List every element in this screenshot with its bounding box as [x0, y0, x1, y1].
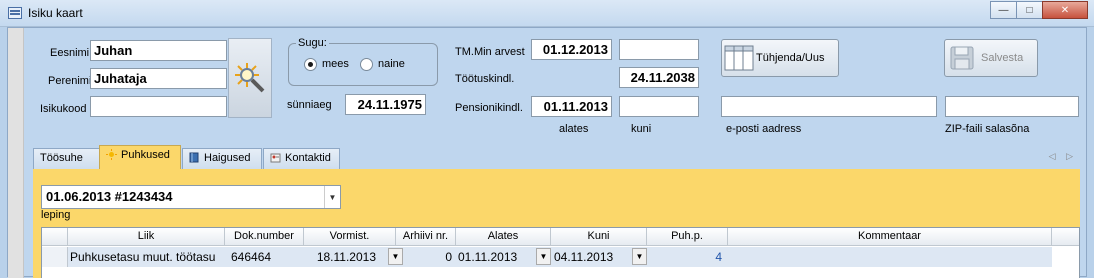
tootuskindl-label: Töötuskindl. [455, 73, 515, 85]
col-kuni[interactable]: Kuni [551, 228, 647, 246]
col-arhiivi-nr[interactable]: Arhiivi nr. [396, 228, 456, 246]
pension-alates-field[interactable]: 01.11.2013 [531, 96, 612, 117]
table-row[interactable]: Puhkusetasu muut. töötasu 646464 18.11.2… [42, 247, 1052, 267]
cell-kommentaar[interactable] [732, 247, 1050, 267]
save-label: Salvesta [981, 52, 1024, 64]
tab-haigused-label: Haigused [204, 152, 251, 164]
cell-puhp[interactable]: 4 [648, 247, 724, 267]
row-selector[interactable] [42, 247, 68, 267]
alates-dropdown-icon[interactable]: ▼ [536, 248, 551, 265]
email-label: e-posti aadress [726, 123, 802, 135]
cell-liik[interactable]: Puhkusetasu muut. töötasu [68, 247, 225, 267]
alates-label: alates [559, 123, 589, 135]
tab-scroll-arrows[interactable]: ◁ ▷ [1049, 151, 1077, 162]
eesnimi-field[interactable]: Juhan [90, 40, 227, 61]
tab-toosuhe[interactable]: Töösuhe [33, 148, 101, 169]
cell-kuni[interactable]: 04.11.2013 [552, 247, 632, 267]
person-search-button[interactable] [228, 38, 272, 118]
floppy-disk-icon [950, 46, 974, 70]
tm-label: TM.Min arvest [455, 46, 525, 58]
contacts-icon [270, 152, 281, 163]
side-strip [8, 28, 24, 278]
pension-label: Pensionikindl. [455, 102, 523, 114]
col-alates[interactable]: Alates [456, 228, 551, 246]
cell-arhiivi-nr[interactable]: 0 [406, 247, 454, 267]
book-icon [189, 152, 200, 163]
cell-alates[interactable]: 01.11.2013 [456, 247, 536, 267]
close-button[interactable]: ✕ [1042, 1, 1088, 19]
puhkused-panel: 01.06.2013 #1243434 ▼ leping Liik Dok.nu… [33, 169, 1080, 278]
save-button[interactable]: Salvesta [944, 39, 1038, 77]
pension-kuni-field[interactable] [619, 96, 699, 117]
radio-naine-label: naine [378, 58, 405, 70]
chevron-down-icon[interactable]: ▼ [324, 186, 340, 208]
tootuskindl-field[interactable]: 24.11.2038 [619, 67, 699, 88]
radio-mees-label: mees [322, 58, 349, 70]
vacation-grid: Liik Dok.number Vormist. Arhiivi nr. Ala… [41, 227, 1080, 278]
col-kommentaar[interactable]: Kommentaar [728, 228, 1052, 246]
tab-toosuhe-label: Töösuhe [40, 152, 83, 164]
eesnimi-label: Eesnimi [50, 47, 90, 59]
app-icon [8, 7, 22, 19]
row-header-corner [42, 228, 68, 246]
zip-password-field[interactable] [945, 96, 1079, 117]
col-vormist[interactable]: Vormist. [304, 228, 396, 246]
tab-puhkused-label: Puhkused [121, 149, 170, 161]
tab-kontaktid-label: Kontaktid [285, 152, 331, 164]
cell-vormist[interactable]: 18.11.2013 [306, 247, 378, 267]
sugu-legend: Sugu: [296, 37, 329, 49]
sunniaeg-label: sünniaeg [287, 99, 332, 111]
window-controls: — □ ✕ [990, 1, 1088, 19]
kuni-dropdown-icon[interactable]: ▼ [632, 248, 647, 265]
table-icon [724, 45, 754, 71]
perenimi-label: Perenimi [48, 75, 92, 87]
clear-new-button[interactable]: Tühjenda/Uus [721, 39, 839, 77]
col-dok-number[interactable]: Dok.number [225, 228, 304, 246]
vormist-dropdown-icon[interactable]: ▼ [388, 248, 403, 265]
sun-icon [106, 149, 117, 160]
tab-puhkused[interactable]: Puhkused [99, 145, 181, 169]
sunniaeg-field[interactable]: 24.11.1975 [345, 94, 426, 115]
perenimi-field[interactable]: Juhataja [90, 68, 227, 89]
email-field[interactable] [721, 96, 937, 117]
minimize-button[interactable]: — [990, 1, 1017, 19]
isikukood-field[interactable] [90, 96, 227, 117]
maximize-button[interactable]: □ [1016, 1, 1043, 19]
tab-haigused[interactable]: Haigused [182, 148, 262, 169]
window-title: Isiku kaart [28, 6, 83, 20]
grid-header: Liik Dok.number Vormist. Arhiivi nr. Ala… [42, 228, 1079, 246]
zip-password-label: ZIP-faili salasõna [945, 123, 1030, 135]
tm-kuni-field[interactable] [619, 39, 699, 60]
title-bar: Isiku kaart — □ ✕ [0, 0, 1094, 27]
sugu-group: Sugu: mees naine [288, 37, 438, 86]
radio-naine[interactable] [360, 58, 373, 71]
col-liik[interactable]: Liik [68, 228, 225, 246]
tab-bar: Töösuhe Puhkused Haigused Kontaktid ◁ ▷ [33, 145, 1083, 169]
clear-new-label: Tühjenda/Uus [756, 52, 825, 64]
form-body: Eesnimi Juhan Perenimi Juhataja Isikukoo… [7, 27, 1087, 278]
tm-alates-field[interactable]: 01.12.2013 [531, 39, 612, 60]
leping-combo[interactable]: 01.06.2013 #1243434 ▼ [41, 185, 341, 209]
cell-dok-number[interactable]: 646464 [229, 247, 304, 267]
magnifier-icon [235, 63, 265, 93]
radio-mees[interactable] [304, 58, 317, 71]
isikukood-label: Isikukood [40, 103, 87, 115]
tab-kontaktid[interactable]: Kontaktid [263, 148, 340, 169]
leping-value: 01.06.2013 #1243434 [46, 189, 173, 204]
col-puhp[interactable]: Puh.p. [647, 228, 728, 246]
kuni-label: kuni [631, 123, 652, 135]
leping-label: leping [41, 209, 71, 221]
